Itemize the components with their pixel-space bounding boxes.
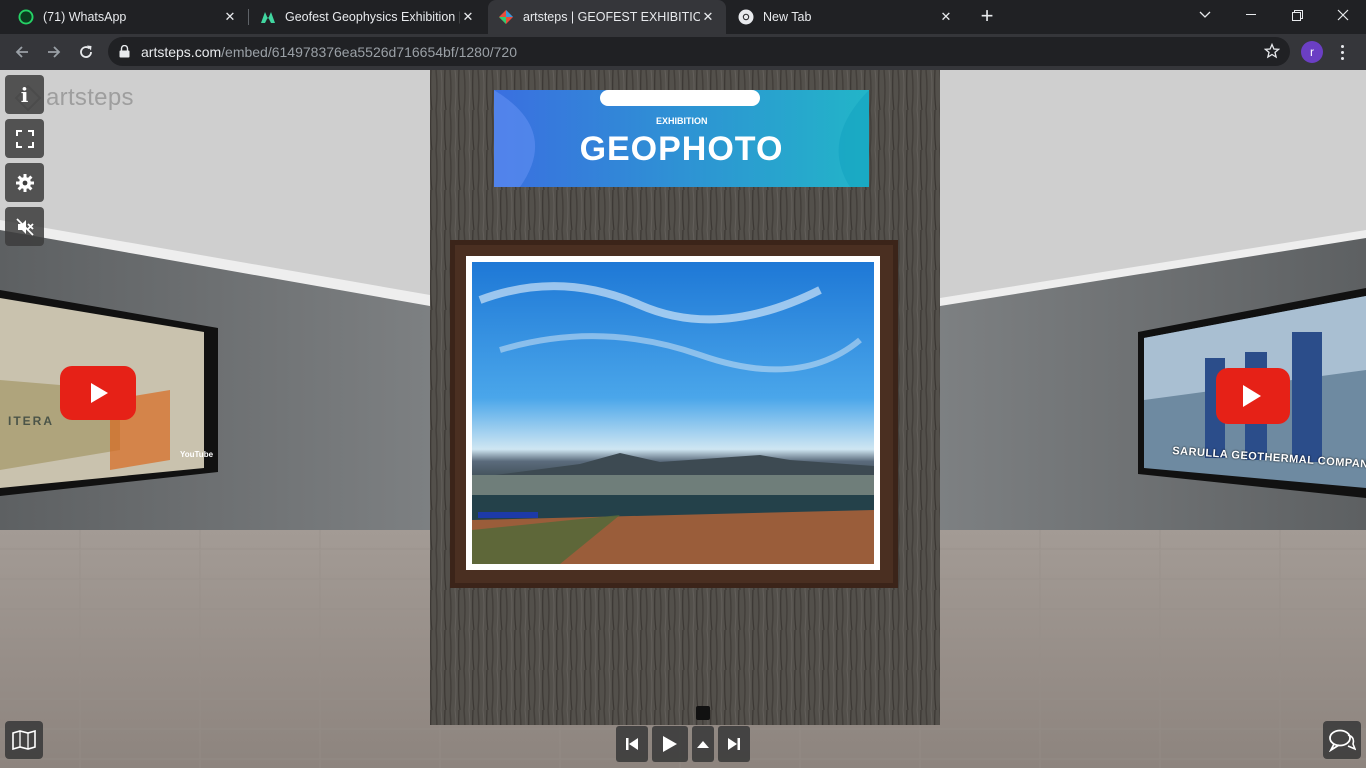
settings-button[interactable] (5, 163, 44, 202)
tab-title: artsteps | GEOFEST EXHIBITION 2 (523, 10, 700, 24)
menu-kebab-icon[interactable] (1335, 41, 1349, 63)
geophoto-banner: EXHIBITION GEOPHOTO (494, 90, 869, 187)
tab-title: Geofest Geophysics Exhibition | L (285, 10, 460, 24)
settings-gear-icon (15, 173, 34, 192)
back-icon[interactable] (9, 39, 35, 65)
up-button[interactable] (692, 726, 714, 762)
brand-name: artsteps (46, 84, 134, 111)
up-icon (697, 741, 709, 748)
sound-button[interactable] (5, 207, 44, 246)
bookmark-star-icon[interactable] (1263, 42, 1281, 64)
tab-search-icon[interactable] (1182, 0, 1228, 30)
tab-new-tab[interactable]: New Tab ✕ (728, 0, 964, 34)
tab-artsteps[interactable]: artsteps | GEOFEST EXHIBITION 2 ✕ (488, 0, 726, 34)
restore-icon[interactable] (1274, 0, 1320, 30)
gallery-viewport[interactable]: artsteps i EXHIBITION GEOPHOTO ITERA You… (0, 70, 1366, 768)
new-tab-button[interactable]: + (976, 5, 998, 27)
tab-whatsapp[interactable]: (71) WhatsApp ✕ (8, 0, 248, 34)
close-tab-icon[interactable]: ✕ (938, 9, 954, 25)
close-window-icon[interactable] (1320, 0, 1366, 30)
geophoto-artwork[interactable] (450, 240, 898, 588)
close-tab-icon[interactable]: ✕ (460, 9, 476, 25)
close-tab-icon[interactable]: ✕ (222, 9, 238, 25)
play-button[interactable] (652, 726, 688, 762)
sound-muted-icon (15, 217, 34, 236)
close-tab-icon[interactable]: ✕ (700, 9, 716, 25)
chat-icon (1328, 729, 1356, 752)
toolbar: artsteps.com/embed/614978376ea5526d71665… (0, 34, 1366, 70)
chrome-icon (738, 9, 754, 25)
play-icon (663, 736, 677, 752)
url-path: /embed/614978376ea5526d716654bf/1280/720 (221, 43, 517, 60)
tab-title: (71) WhatsApp (43, 10, 127, 24)
reload-icon[interactable] (73, 39, 99, 65)
youtube-watermark: YouTube (180, 450, 214, 459)
profile-avatar[interactable]: r (1301, 41, 1323, 63)
tab-geofest[interactable]: Geofest Geophysics Exhibition | L ✕ (250, 0, 486, 34)
stop-indicator (696, 706, 710, 720)
geofest-logo-icon (260, 9, 276, 25)
left-video-text: ITERA (8, 414, 54, 428)
tab-divider (248, 9, 249, 25)
artsteps-logo-icon (498, 9, 514, 25)
banner-title: GEOPHOTO (579, 130, 784, 168)
address-bar[interactable]: artsteps.com/embed/614978376ea5526d71665… (108, 37, 1290, 66)
tab-title: New Tab (763, 10, 812, 24)
info-icon: i (20, 82, 29, 107)
info-button[interactable]: i (5, 75, 44, 114)
lock-icon (119, 45, 131, 58)
url-text: artsteps.com/embed/614978376ea5526d71665… (141, 44, 517, 60)
next-button[interactable] (718, 726, 750, 762)
right-youtube-play-button[interactable] (1216, 368, 1290, 424)
url-host: artsteps.com (141, 43, 222, 60)
left-youtube-play-button[interactable] (90, 366, 138, 422)
chat-button[interactable] (1323, 721, 1361, 759)
fullscreen-button[interactable] (5, 119, 44, 158)
minimize-icon[interactable] (1228, 0, 1274, 30)
forward-icon[interactable] (41, 39, 67, 65)
fullscreen-icon (15, 129, 34, 148)
map-icon (12, 730, 36, 750)
map-button[interactable] (5, 721, 43, 759)
previous-button[interactable] (616, 726, 648, 762)
next-icon (728, 738, 740, 750)
whatsapp-icon (18, 9, 34, 25)
previous-icon (626, 738, 638, 750)
banner-subtitle: EXHIBITION (656, 116, 708, 126)
tab-strip: (71) WhatsApp ✕ Geofest Geophysics Exhib… (0, 0, 1366, 34)
